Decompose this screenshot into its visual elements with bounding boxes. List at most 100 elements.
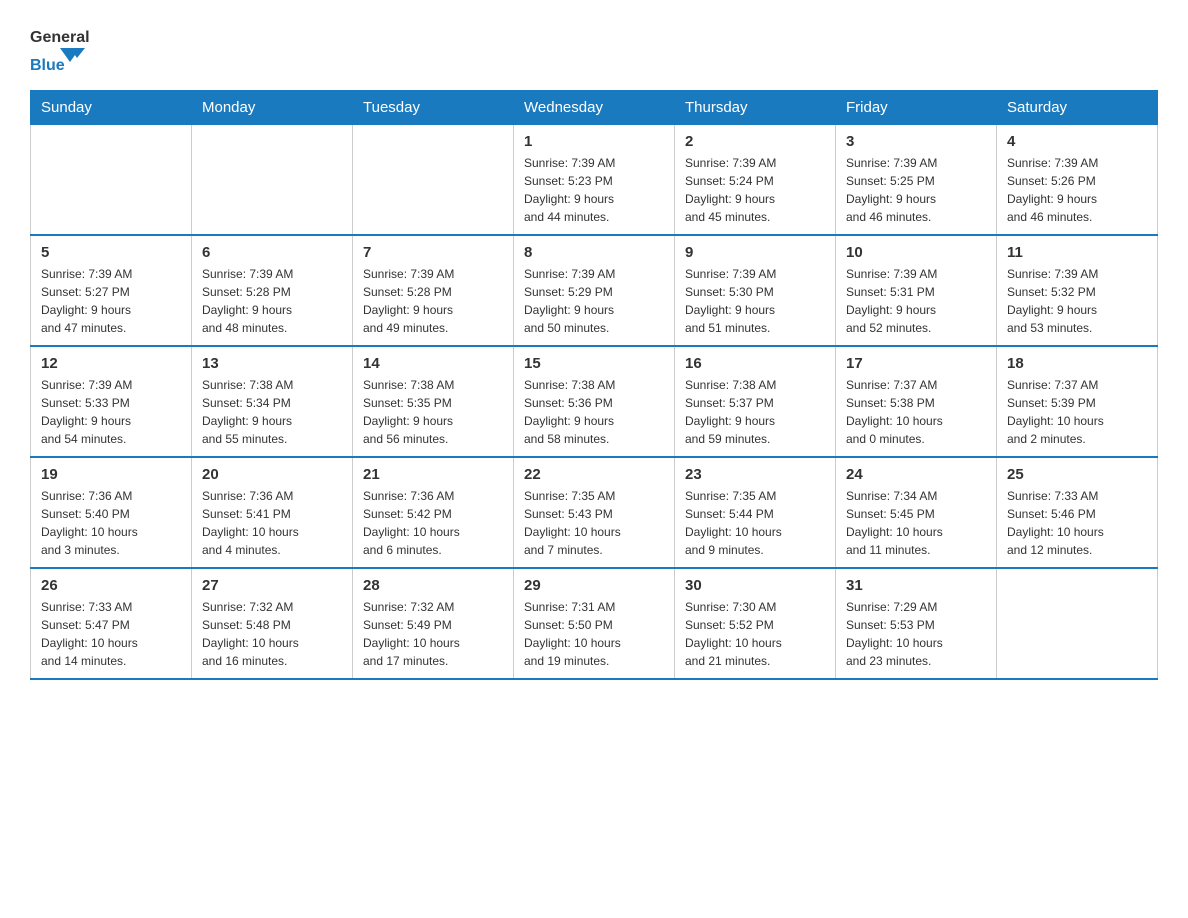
day-info: Sunrise: 7:34 AM Sunset: 5:45 PM Dayligh… bbox=[846, 487, 986, 559]
day-info: Sunrise: 7:39 AM Sunset: 5:32 PM Dayligh… bbox=[1007, 265, 1147, 337]
day-number: 2 bbox=[685, 133, 825, 150]
calendar-cell: 15 Sunrise: 7:38 AM Sunset: 5:36 PM Dayli… bbox=[514, 346, 675, 457]
day-number: 17 bbox=[846, 355, 986, 372]
calendar-cell: 25 Sunrise: 7:33 AM Sunset: 5:46 PM Dayli… bbox=[997, 457, 1158, 568]
calendar-header-row: SundayMondayTuesdayWednesdayThursdayFrid… bbox=[31, 91, 1158, 125]
day-info: Sunrise: 7:37 AM Sunset: 5:39 PM Dayligh… bbox=[1007, 376, 1147, 448]
calendar-cell: 2 Sunrise: 7:39 AM Sunset: 5:24 PM Daylig… bbox=[675, 125, 836, 236]
calendar-cell: 4 Sunrise: 7:39 AM Sunset: 5:26 PM Daylig… bbox=[997, 125, 1158, 236]
day-number: 8 bbox=[524, 244, 664, 261]
svg-text:General: General bbox=[30, 29, 90, 46]
day-info: Sunrise: 7:39 AM Sunset: 5:27 PM Dayligh… bbox=[41, 265, 181, 337]
calendar-cell: 21 Sunrise: 7:36 AM Sunset: 5:42 PM Dayli… bbox=[353, 457, 514, 568]
day-number: 4 bbox=[1007, 133, 1147, 150]
calendar-cell bbox=[997, 568, 1158, 679]
day-number: 27 bbox=[202, 577, 342, 594]
calendar-cell: 1Sunrise: 7:39 AM Sunset: 5:23 PM Daylig… bbox=[514, 125, 675, 236]
day-number: 19 bbox=[41, 466, 181, 483]
calendar-day-header: Wednesday bbox=[514, 91, 675, 125]
day-info: Sunrise: 7:35 AM Sunset: 5:43 PM Dayligh… bbox=[524, 487, 664, 559]
day-info: Sunrise: 7:33 AM Sunset: 5:46 PM Dayligh… bbox=[1007, 487, 1147, 559]
calendar-cell: 27 Sunrise: 7:32 AM Sunset: 5:48 PM Dayli… bbox=[192, 568, 353, 679]
day-info: Sunrise: 7:39 AM Sunset: 5:24 PM Dayligh… bbox=[685, 154, 825, 226]
day-info: Sunrise: 7:38 AM Sunset: 5:36 PM Dayligh… bbox=[524, 376, 664, 448]
calendar-cell: 11 Sunrise: 7:39 AM Sunset: 5:32 PM Dayli… bbox=[997, 235, 1158, 346]
day-number: 25 bbox=[1007, 466, 1147, 483]
day-info: Sunrise: 7:32 AM Sunset: 5:48 PM Dayligh… bbox=[202, 598, 342, 670]
day-info: Sunrise: 7:39 AM Sunset: 5:28 PM Dayligh… bbox=[363, 265, 503, 337]
day-number: 13 bbox=[202, 355, 342, 372]
day-number: 28 bbox=[363, 577, 503, 594]
day-number: 23 bbox=[685, 466, 825, 483]
calendar-day-header: Friday bbox=[836, 91, 997, 125]
calendar-cell: 30Sunrise: 7:30 AM Sunset: 5:52 PM Dayli… bbox=[675, 568, 836, 679]
calendar-day-header: Monday bbox=[192, 91, 353, 125]
calendar-cell: 16Sunrise: 7:38 AM Sunset: 5:37 PM Dayli… bbox=[675, 346, 836, 457]
day-info: Sunrise: 7:39 AM Sunset: 5:23 PM Dayligh… bbox=[524, 154, 664, 226]
calendar-cell: 26Sunrise: 7:33 AM Sunset: 5:47 PM Dayli… bbox=[31, 568, 192, 679]
day-number: 6 bbox=[202, 244, 342, 261]
calendar-cell: 5Sunrise: 7:39 AM Sunset: 5:27 PM Daylig… bbox=[31, 235, 192, 346]
day-number: 18 bbox=[1007, 355, 1147, 372]
day-info: Sunrise: 7:39 AM Sunset: 5:30 PM Dayligh… bbox=[685, 265, 825, 337]
calendar-week-row: 26Sunrise: 7:33 AM Sunset: 5:47 PM Dayli… bbox=[31, 568, 1158, 679]
day-info: Sunrise: 7:32 AM Sunset: 5:49 PM Dayligh… bbox=[363, 598, 503, 670]
day-number: 21 bbox=[363, 466, 503, 483]
calendar-cell: 29Sunrise: 7:31 AM Sunset: 5:50 PM Dayli… bbox=[514, 568, 675, 679]
calendar-cell bbox=[192, 125, 353, 236]
day-info: Sunrise: 7:39 AM Sunset: 5:33 PM Dayligh… bbox=[41, 376, 181, 448]
day-info: Sunrise: 7:39 AM Sunset: 5:29 PM Dayligh… bbox=[524, 265, 664, 337]
day-info: Sunrise: 7:37 AM Sunset: 5:38 PM Dayligh… bbox=[846, 376, 986, 448]
day-number: 3 bbox=[846, 133, 986, 150]
day-info: Sunrise: 7:36 AM Sunset: 5:40 PM Dayligh… bbox=[41, 487, 181, 559]
day-number: 15 bbox=[524, 355, 664, 372]
day-number: 31 bbox=[846, 577, 986, 594]
day-info: Sunrise: 7:35 AM Sunset: 5:44 PM Dayligh… bbox=[685, 487, 825, 559]
day-number: 9 bbox=[685, 244, 825, 261]
calendar-cell: 28 Sunrise: 7:32 AM Sunset: 5:49 PM Dayli… bbox=[353, 568, 514, 679]
calendar-cell: 9 Sunrise: 7:39 AM Sunset: 5:30 PM Daylig… bbox=[675, 235, 836, 346]
calendar-cell: 23 Sunrise: 7:35 AM Sunset: 5:44 PM Dayli… bbox=[675, 457, 836, 568]
calendar-cell: 8 Sunrise: 7:39 AM Sunset: 5:29 PM Daylig… bbox=[514, 235, 675, 346]
day-info: Sunrise: 7:38 AM Sunset: 5:34 PM Dayligh… bbox=[202, 376, 342, 448]
day-info: Sunrise: 7:39 AM Sunset: 5:25 PM Dayligh… bbox=[846, 154, 986, 226]
day-number: 16 bbox=[685, 355, 825, 372]
calendar-day-header: Sunday bbox=[31, 91, 192, 125]
calendar-day-header: Tuesday bbox=[353, 91, 514, 125]
calendar-cell: 6 Sunrise: 7:39 AM Sunset: 5:28 PM Daylig… bbox=[192, 235, 353, 346]
day-info: Sunrise: 7:38 AM Sunset: 5:35 PM Dayligh… bbox=[363, 376, 503, 448]
calendar-cell: 14 Sunrise: 7:38 AM Sunset: 5:35 PM Dayli… bbox=[353, 346, 514, 457]
calendar-cell: 12 Sunrise: 7:39 AM Sunset: 5:33 PM Dayli… bbox=[31, 346, 192, 457]
day-info: Sunrise: 7:29 AM Sunset: 5:53 PM Dayligh… bbox=[846, 598, 986, 670]
day-number: 20 bbox=[202, 466, 342, 483]
calendar-cell: 20Sunrise: 7:36 AM Sunset: 5:41 PM Dayli… bbox=[192, 457, 353, 568]
logo-icon: General Blue bbox=[30, 20, 90, 75]
calendar-cell: 31 Sunrise: 7:29 AM Sunset: 5:53 PM Dayli… bbox=[836, 568, 997, 679]
calendar-cell: 13 Sunrise: 7:38 AM Sunset: 5:34 PM Dayli… bbox=[192, 346, 353, 457]
day-info: Sunrise: 7:39 AM Sunset: 5:31 PM Dayligh… bbox=[846, 265, 986, 337]
calendar-day-header: Thursday bbox=[675, 91, 836, 125]
day-number: 14 bbox=[363, 355, 503, 372]
day-number: 12 bbox=[41, 355, 181, 372]
day-number: 24 bbox=[846, 466, 986, 483]
calendar-week-row: 19 Sunrise: 7:36 AM Sunset: 5:40 PM Dayli… bbox=[31, 457, 1158, 568]
calendar-cell: 19 Sunrise: 7:36 AM Sunset: 5:40 PM Dayli… bbox=[31, 457, 192, 568]
day-info: Sunrise: 7:39 AM Sunset: 5:28 PM Dayligh… bbox=[202, 265, 342, 337]
day-number: 11 bbox=[1007, 244, 1147, 261]
day-info: Sunrise: 7:31 AM Sunset: 5:50 PM Dayligh… bbox=[524, 598, 664, 670]
day-info: Sunrise: 7:30 AM Sunset: 5:52 PM Dayligh… bbox=[685, 598, 825, 670]
day-info: Sunrise: 7:39 AM Sunset: 5:26 PM Dayligh… bbox=[1007, 154, 1147, 226]
svg-text:Blue: Blue bbox=[30, 57, 65, 74]
calendar-cell: 22 Sunrise: 7:35 AM Sunset: 5:43 PM Dayli… bbox=[514, 457, 675, 568]
calendar-cell bbox=[31, 125, 192, 236]
calendar-cell bbox=[353, 125, 514, 236]
day-info: Sunrise: 7:33 AM Sunset: 5:47 PM Dayligh… bbox=[41, 598, 181, 670]
calendar-cell: 7Sunrise: 7:39 AM Sunset: 5:28 PM Daylig… bbox=[353, 235, 514, 346]
day-info: Sunrise: 7:36 AM Sunset: 5:42 PM Dayligh… bbox=[363, 487, 503, 559]
calendar-table: SundayMondayTuesdayWednesdayThursdayFrid… bbox=[30, 90, 1158, 680]
calendar-day-header: Saturday bbox=[997, 91, 1158, 125]
day-number: 22 bbox=[524, 466, 664, 483]
day-number: 10 bbox=[846, 244, 986, 261]
calendar-cell: 10 Sunrise: 7:39 AM Sunset: 5:31 PM Dayli… bbox=[836, 235, 997, 346]
calendar-week-row: 1Sunrise: 7:39 AM Sunset: 5:23 PM Daylig… bbox=[31, 125, 1158, 236]
